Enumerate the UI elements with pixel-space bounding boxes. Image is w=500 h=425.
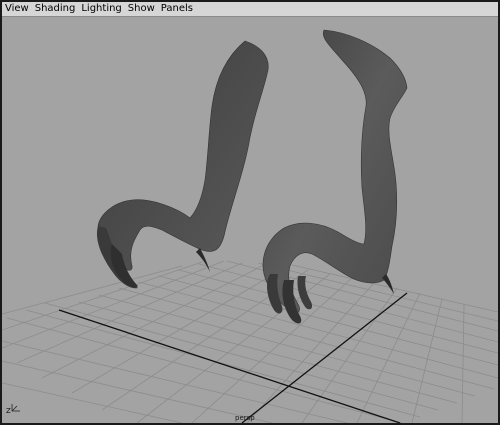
axis-gizmo: Z [6,400,26,414]
axis-z-label: Z [6,407,11,414]
ground-grid [2,260,498,423]
menu-view[interactable]: View [5,2,29,16]
maya-viewport-window: View Shading Lighting Show Panels Z pers… [0,0,500,425]
menu-panels[interactable]: Panels [161,2,193,16]
menu-show[interactable]: Show [128,2,155,16]
left-creature-arm [96,40,269,289]
panel-menubar: View Shading Lighting Show Panels [2,2,498,17]
menu-shading[interactable]: Shading [35,2,76,16]
right-creature-arm [262,29,408,324]
menu-lighting[interactable]: Lighting [81,2,121,16]
viewport-scene [2,29,498,423]
camera-name-label: persp [235,414,255,422]
perspective-viewport[interactable]: Z persp [2,18,498,423]
